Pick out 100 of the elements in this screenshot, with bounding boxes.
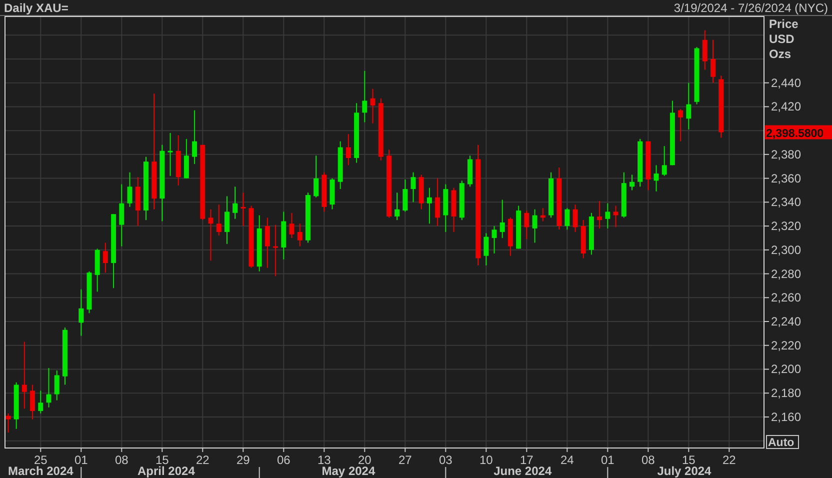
x-tick-label: 29 — [236, 453, 250, 467]
y-tick-label: 2,220 — [771, 338, 802, 352]
candlestick — [556, 167, 562, 230]
candlestick — [670, 100, 675, 166]
candlestick — [94, 248, 100, 292]
x-tick-label: 08 — [641, 448, 655, 467]
candlestick — [540, 208, 546, 222]
auto-button[interactable]: Auto — [766, 435, 799, 449]
candlestick — [78, 288, 84, 336]
x-tick-label: 24 — [560, 453, 574, 467]
candlestick — [14, 382, 19, 430]
candlestick — [426, 187, 432, 224]
candlestick — [492, 226, 497, 254]
candlestick — [402, 179, 408, 212]
candlestick — [248, 205, 254, 268]
x-tick-label: 29 — [236, 448, 250, 467]
candlestick — [451, 187, 456, 232]
month-label: June 2024 — [494, 464, 552, 478]
candlestick — [362, 70, 368, 123]
candlestick — [62, 326, 68, 386]
y-tick-label: 2,160 — [771, 410, 802, 424]
candlestick — [443, 184, 448, 232]
x-tick-label: 20 — [358, 448, 372, 467]
y-tick-label: 2,260 — [771, 290, 802, 305]
candlestick — [370, 88, 376, 124]
month-label: July 2024 — [657, 464, 712, 478]
candlestick — [702, 30, 708, 70]
candlestick — [459, 180, 464, 221]
candlestick — [264, 217, 270, 268]
x-tick-label: 22 — [722, 453, 736, 467]
last-price-tag: 2,398.5800 — [765, 125, 832, 140]
y-tick-label: 2,340 — [771, 195, 802, 210]
x-tick-label: 17 — [520, 448, 534, 467]
candlestick — [38, 390, 44, 414]
candlestick — [127, 172, 132, 208]
candlestick — [135, 176, 140, 227]
y-tick-label: 2,340 — [764, 195, 802, 210]
candlestick — [273, 224, 278, 277]
y-tick-label: 2,320 — [771, 219, 802, 234]
x-tick-label: 01 — [74, 453, 88, 467]
y-tick-label: 2,160 — [764, 410, 802, 424]
x-tick-label: 22 — [196, 453, 210, 467]
y-tick-label: 2,280 — [771, 266, 802, 281]
candlestick — [686, 82, 692, 130]
y-tick-label: 2,300 — [771, 242, 802, 257]
y-tick-label: 2,180 — [764, 386, 802, 400]
candlestick — [532, 208, 538, 244]
y-tick-label: 2,200 — [764, 362, 802, 376]
candlestick — [354, 102, 360, 164]
candlestick — [281, 211, 286, 260]
candlestick — [330, 178, 335, 210]
x-tick-label: 15 — [682, 448, 696, 467]
candlestick — [662, 146, 667, 176]
candlestick — [289, 212, 294, 238]
candlestick — [621, 172, 626, 218]
y-tick-label: 2,360 — [764, 171, 802, 186]
candlestick — [508, 217, 513, 256]
date-range: 3/19/2024 - 7/26/2024 (NYC) — [674, 2, 828, 14]
y-tick-label: 2,260 — [764, 290, 802, 305]
y-tick-label: 2,180 — [771, 386, 802, 400]
y-tick-label: 2,420 — [771, 100, 802, 114]
candlestick — [86, 270, 92, 314]
candlestick — [580, 220, 586, 259]
x-tick-label: 24 — [560, 448, 574, 467]
candlestick — [629, 174, 634, 191]
candlestick — [613, 205, 618, 228]
candlestick — [224, 196, 230, 244]
chart-title: Daily XAU= — [4, 2, 68, 14]
candlestick — [500, 199, 505, 238]
x-tick-label: 06 — [276, 453, 291, 467]
candlestick — [386, 149, 392, 218]
x-tick-label: 17 — [520, 453, 534, 467]
candlestick — [256, 214, 262, 272]
candlestick — [168, 132, 173, 176]
candlestick — [322, 172, 327, 212]
candlestick — [216, 204, 222, 236]
candlestick — [484, 232, 489, 266]
candlestick — [638, 138, 643, 188]
x-tick-label: 13 — [317, 453, 332, 467]
y-tick-label: 2,320 — [764, 219, 802, 234]
candlestick — [394, 192, 400, 221]
candlestick — [30, 384, 36, 420]
x-tick-label: 01 — [600, 448, 614, 467]
candlestick — [378, 98, 384, 161]
candlestick — [346, 134, 351, 166]
candlestick — [54, 370, 60, 401]
x-tick-label: 08 — [641, 453, 656, 467]
candlestick — [119, 184, 124, 247]
y-tick-label: 2,300 — [764, 242, 802, 257]
y-tick-label: 2,440 — [771, 76, 802, 90]
y-tick-label: 2,360 — [771, 171, 802, 186]
x-tick-label: 03 — [438, 448, 452, 467]
candlestick — [564, 208, 570, 230]
candlestick — [314, 155, 319, 198]
candlestick — [208, 208, 214, 262]
candlestick — [184, 138, 189, 179]
candlestick — [548, 172, 554, 218]
candlestick — [572, 204, 578, 232]
candlestick — [718, 75, 724, 138]
y-tick-label: 2,380 — [771, 147, 802, 162]
